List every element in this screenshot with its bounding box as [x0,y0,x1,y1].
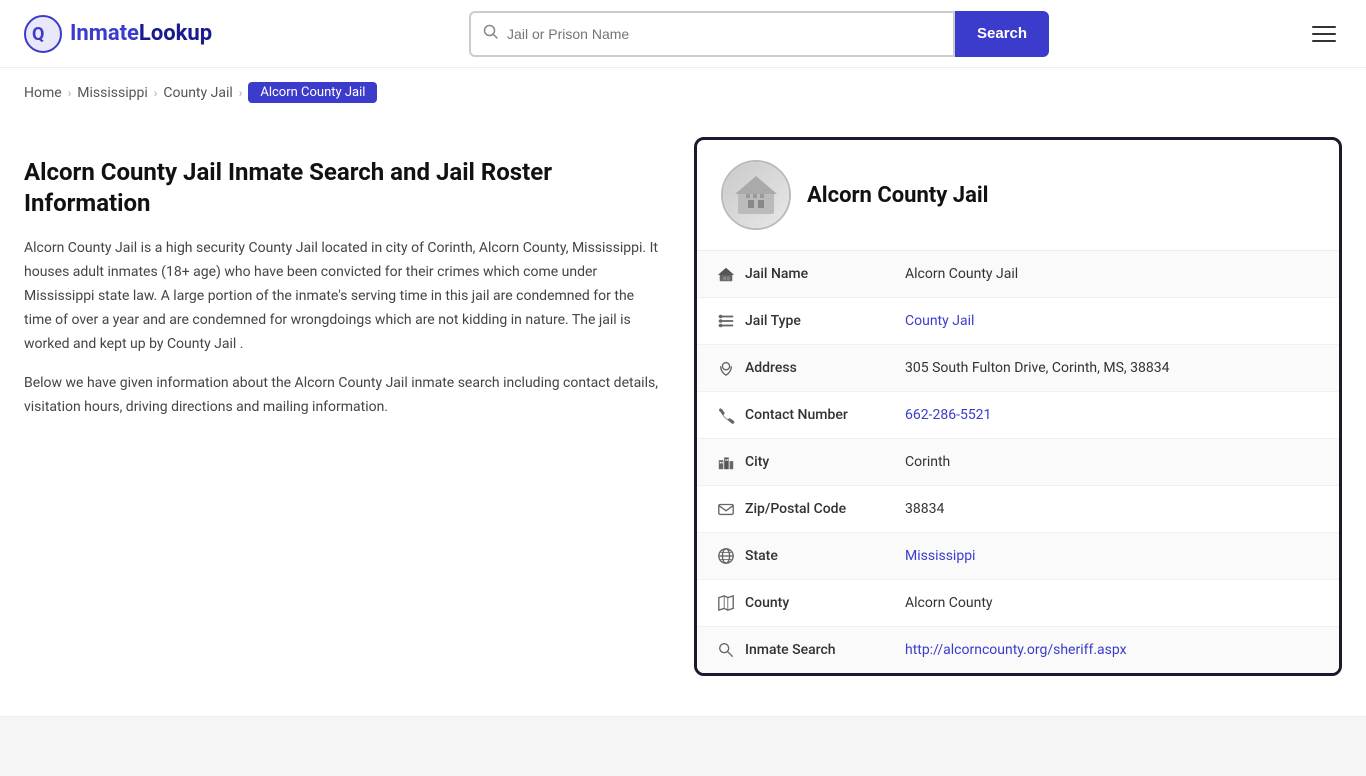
hamburger-line-3 [1312,40,1336,42]
search-input[interactable] [507,26,941,42]
row-icon [717,594,745,612]
row-link[interactable]: County Jail [905,313,974,329]
row-icon [717,500,745,518]
row-link[interactable]: Mississippi [905,548,975,564]
breadcrumb: Home › Mississippi › County Jail › Alcor… [0,68,1366,117]
breadcrumb-sep-1: › [68,86,72,100]
row-icon [717,406,745,424]
row-label: City [745,454,905,470]
main-content: Alcorn County Jail Inmate Search and Jai… [0,117,1366,696]
row-label: Contact Number [745,407,905,423]
row-value: Alcorn County [905,595,993,611]
table-row: CountyAlcorn County [697,580,1339,627]
jail-avatar-image [723,162,789,228]
search-button[interactable]: Search [955,11,1049,57]
row-value: 305 South Fulton Drive, Corinth, MS, 388… [905,360,1169,376]
row-icon [717,547,745,565]
row-value: Corinth [905,454,950,470]
row-label: Inmate Search [745,642,905,658]
row-label: Jail Name [745,266,905,282]
row-link[interactable]: http://alcorncounty.org/sheriff.aspx [905,642,1127,658]
row-link[interactable]: 662-286-5521 [905,407,991,423]
breadcrumb-county-jail[interactable]: County Jail [163,85,232,101]
row-value[interactable]: Mississippi [905,548,975,564]
table-row: Inmate Searchhttp://alcorncounty.org/she… [697,627,1339,673]
row-icon [717,359,745,377]
row-label: Jail Type [745,313,905,329]
hamburger-line-1 [1312,26,1336,28]
breadcrumb-home[interactable]: Home [24,85,62,101]
jail-avatar [721,160,791,230]
description-paragraph-2: Below we have given information about th… [24,372,664,420]
search-icon [483,24,499,44]
logo-text: InmateLookup [70,21,212,46]
info-card: Alcorn County Jail Jail NameAlcorn Count… [694,137,1342,676]
card-header: Alcorn County Jail [697,140,1339,251]
breadcrumb-sep-2: › [154,86,158,100]
row-value: 38834 [905,501,944,517]
breadcrumb-sep-3: › [239,86,243,100]
row-value[interactable]: 662-286-5521 [905,407,991,423]
page-heading: Alcorn County Jail Inmate Search and Jai… [24,157,664,219]
row-icon [717,641,745,659]
hamburger-line-2 [1312,33,1336,35]
row-label: State [745,548,905,564]
row-icon [717,453,745,471]
table-row: Address305 South Fulton Drive, Corinth, … [697,345,1339,392]
table-row: StateMississippi [697,533,1339,580]
search-box-wrapper [469,11,955,57]
breadcrumb-current: Alcorn County Jail [248,82,377,103]
row-icon [717,312,745,330]
logo-icon: Q [24,15,62,53]
row-label: Address [745,360,905,376]
table-row: Jail NameAlcorn County Jail [697,251,1339,298]
footer-bar [0,716,1366,776]
row-value[interactable]: http://alcorncounty.org/sheriff.aspx [905,642,1127,658]
menu-button[interactable] [1306,20,1342,48]
row-label: Zip/Postal Code [745,501,905,517]
row-value: Alcorn County Jail [905,266,1018,282]
svg-text:Q: Q [32,24,44,45]
card-title: Alcorn County Jail [807,183,989,208]
info-table: Jail NameAlcorn County JailJail TypeCoun… [697,251,1339,673]
breadcrumb-mississippi[interactable]: Mississippi [77,85,147,101]
header: Q InmateLookup Search [0,0,1366,68]
table-row: Contact Number662-286-5521 [697,392,1339,439]
row-label: County [745,595,905,611]
table-row: Jail TypeCounty Jail [697,298,1339,345]
logo-area[interactable]: Q InmateLookup [24,15,212,53]
table-row: Zip/Postal Code38834 [697,486,1339,533]
row-icon [717,265,745,283]
table-row: CityCorinth [697,439,1339,486]
row-value[interactable]: County Jail [905,313,974,329]
left-panel: Alcorn County Jail Inmate Search and Jai… [24,137,664,456]
search-area: Search [469,11,1049,57]
description-paragraph-1: Alcorn County Jail is a high security Co… [24,237,664,356]
